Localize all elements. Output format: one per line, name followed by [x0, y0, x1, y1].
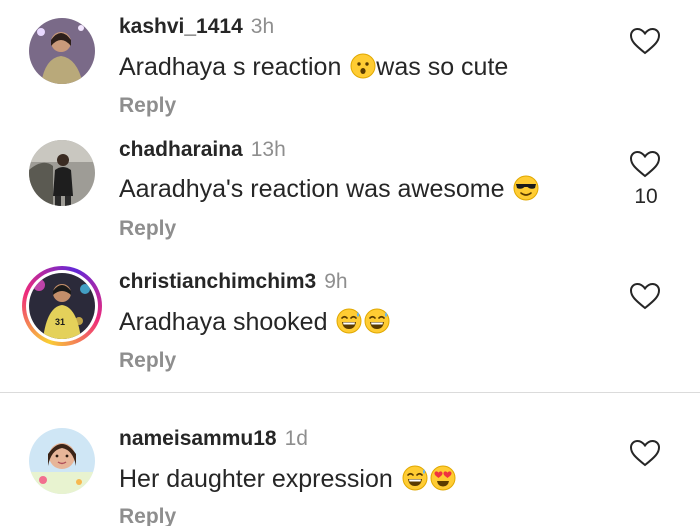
- like-count: 10: [634, 185, 658, 208]
- sunglasses-face-icon: [513, 175, 539, 201]
- like-heart-icon[interactable]: [629, 150, 661, 178]
- svg-text:31: 31: [55, 317, 65, 327]
- comment-text-part: Aradhaya s reaction: [119, 53, 349, 81]
- comment-meta: christianchimchim3 9h: [119, 270, 348, 294]
- comment-text-part: Aaradhya's reaction was awesome: [119, 175, 512, 203]
- reply-button[interactable]: Reply: [119, 349, 176, 373]
- username[interactable]: kashvi_1414: [119, 15, 243, 38]
- grinning-sweat-face-icon: [364, 308, 390, 334]
- comment-text-part: was so cute: [376, 53, 509, 81]
- grinning-sweat-face-icon: [336, 308, 362, 334]
- comment-meta: kashvi_1414 3h: [119, 15, 274, 39]
- reply-button[interactable]: Reply: [119, 94, 176, 118]
- comment-meta: chadharaina 13h: [119, 138, 286, 162]
- comment-text-part: Aradhaya shooked: [119, 308, 335, 336]
- timestamp: 3h: [250, 15, 275, 38]
- hushed-face-icon: [350, 53, 376, 79]
- comment-text: Aaradhya's reaction was awesome: [119, 175, 539, 204]
- username[interactable]: christianchimchim3: [119, 270, 316, 293]
- comment-text: Aradhaya s reaction was so cute: [119, 53, 508, 82]
- timestamp: 13h: [250, 138, 286, 161]
- avatar[interactable]: [29, 140, 95, 206]
- reply-button[interactable]: Reply: [119, 505, 176, 526]
- divider: [0, 392, 700, 393]
- comment-text: Her daughter expression: [119, 465, 456, 494]
- timestamp: 9h: [324, 270, 348, 293]
- like-heart-icon[interactable]: [629, 439, 661, 467]
- heart-eyes-face-icon: [430, 465, 456, 491]
- comment-meta: nameisammu18 1d: [119, 427, 308, 451]
- username[interactable]: chadharaina: [119, 138, 243, 161]
- like-heart-icon[interactable]: [629, 282, 661, 310]
- avatar-with-story-ring[interactable]: 31: [22, 266, 102, 346]
- avatar[interactable]: [29, 428, 95, 494]
- story-ring-inner: 31: [26, 270, 98, 342]
- grinning-sweat-face-icon: [402, 465, 428, 491]
- avatar[interactable]: [29, 18, 95, 84]
- timestamp: 1d: [284, 427, 308, 450]
- comment-text-part: Her daughter expression: [119, 465, 400, 493]
- comment-text: Aradhaya shooked: [119, 308, 390, 337]
- like-heart-icon[interactable]: [629, 27, 661, 55]
- avatar-image: 31: [29, 273, 95, 339]
- reply-button[interactable]: Reply: [119, 217, 176, 241]
- username[interactable]: nameisammu18: [119, 427, 277, 450]
